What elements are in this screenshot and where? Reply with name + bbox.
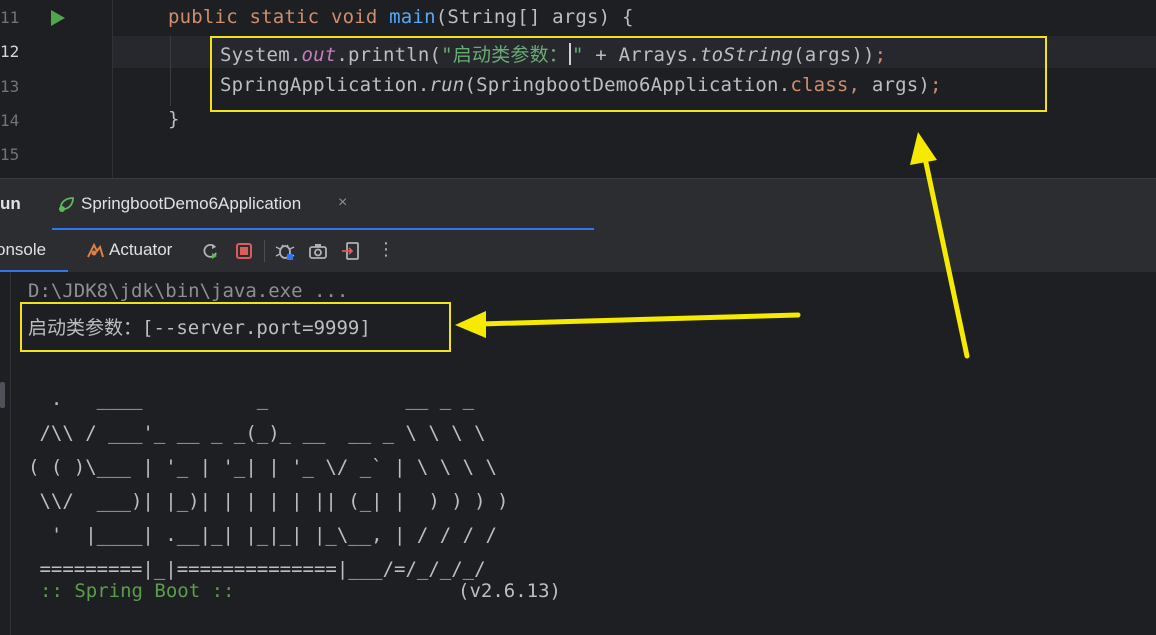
run-tool-window-header: un SpringbootDemo6Application × — [0, 178, 1156, 231]
method-name: main — [389, 6, 436, 28]
tab-label: SpringbootDemo6Application — [81, 194, 302, 213]
code-text: (String[] args) { — [435, 6, 634, 28]
run-gutter-icon[interactable] — [51, 10, 65, 26]
command-line: D:\JDK8\jdk\bin\java.exe ... — [28, 280, 349, 302]
spring-boot-version: (v2.6.13) — [458, 580, 561, 602]
tab-actuator[interactable]: Actuator — [109, 240, 172, 260]
line-number: 15 — [0, 145, 20, 164]
more-options-icon[interactable]: ⋮ — [377, 239, 397, 260]
keyword: public static void — [168, 6, 378, 28]
highlight-box-code — [210, 36, 1047, 112]
actuator-icon — [87, 242, 104, 258]
scrollbar-thumb[interactable] — [0, 382, 5, 408]
code-line-main[interactable]: public static void main(String[] args) { — [168, 6, 634, 28]
highlight-box-output — [20, 302, 451, 352]
rerun-icon[interactable] — [200, 241, 220, 261]
run-toolbar: onsole Actuator ⋮ — [0, 230, 1156, 273]
tab-console[interactable]: onsole — [0, 240, 46, 260]
spring-banner: . ____ _ __ _ _ /\\ / ___'_ __ _ _(_)_ _… — [28, 388, 509, 580]
toolbar-separator — [264, 240, 265, 262]
indent-guide — [170, 36, 171, 106]
run-window-title: un — [0, 194, 21, 213]
debug-icon[interactable] — [275, 241, 295, 261]
stop-icon[interactable] — [234, 241, 254, 261]
gutter-separator — [112, 0, 113, 178]
console-output[interactable]: D:\JDK8\jdk\bin\java.exe ... 启动类参数：[--se… — [0, 272, 1156, 635]
line-number: 14 — [0, 111, 20, 130]
camera-icon[interactable] — [308, 241, 328, 261]
code-line-close-brace[interactable]: } — [168, 108, 180, 130]
line-number: 11 — [0, 8, 20, 27]
spring-boot-label: :: Spring Boot :: — [40, 580, 235, 602]
spring-run-icon — [59, 197, 74, 212]
line-number: 12 — [0, 42, 20, 61]
line-number: 13 — [0, 77, 20, 96]
tab-springboot-app[interactable]: SpringbootDemo6Application × — [52, 179, 594, 231]
exit-icon[interactable] — [341, 241, 361, 261]
line-gutter: 11 12 13 14 15 — [0, 0, 112, 178]
close-icon[interactable]: × — [338, 194, 347, 212]
console-gutter — [0, 272, 11, 635]
code-editor[interactable]: 11 12 13 14 15 public static void main(S… — [0, 0, 1156, 178]
